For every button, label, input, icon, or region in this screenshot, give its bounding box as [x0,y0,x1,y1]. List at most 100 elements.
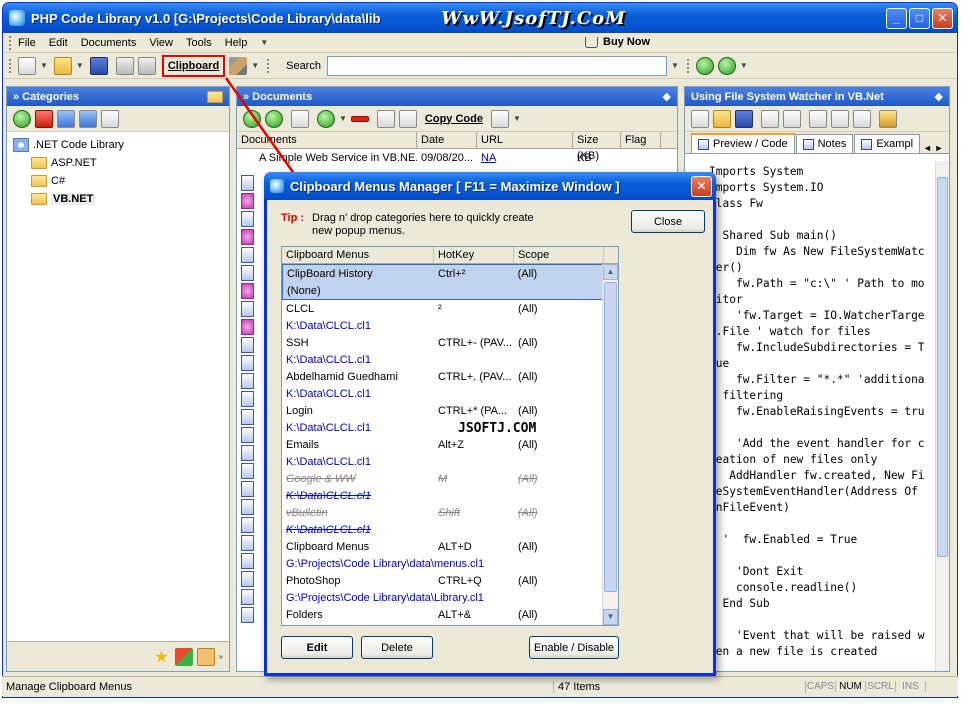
copy-code-button[interactable]: Copy Code [425,113,483,125]
code-open-icon[interactable] [713,109,731,128]
doc-forward-icon[interactable] [265,109,283,128]
list-item[interactable]: Emails Alt+Z (All) K:\Data\CLCL.cl1 [282,436,604,470]
save-icon[interactable] [89,56,108,75]
remove-document-icon[interactable] [350,115,369,122]
tree-item-vbnet[interactable]: VB.NET [13,190,223,208]
redo-icon[interactable] [783,109,801,128]
dialog-close-icon[interactable]: ✕ [691,175,712,197]
export-icon[interactable] [490,109,509,128]
move-up-icon[interactable] [57,109,75,128]
documents-pin-icon[interactable]: ◆ [663,90,671,103]
list-item[interactable]: Abdelhamid Guedhami CTRL+. (PAV... (All) K:… [282,368,604,402]
minimize-button[interactable]: _ [886,7,907,29]
search-overflow-icon[interactable]: ▼ [671,61,679,70]
col-date[interactable]: Date [417,132,477,148]
search-input[interactable] [326,55,667,76]
col-documents[interactable]: Documents [237,132,417,148]
code-pin-icon[interactable]: ◆ [935,90,943,103]
lock-icon[interactable] [879,109,897,128]
list-item[interactable]: Google & WW M (All) K:\Data\CLCL.cl1 [282,470,604,504]
print-preview-icon[interactable] [115,56,134,75]
cut-icon[interactable] [809,109,827,128]
list-item[interactable]: Clipboard Menus ALT+D (All) G:\Projects\Cod… [282,538,604,572]
undo-icon[interactable] [761,109,779,128]
cut-document-icon[interactable] [376,109,395,128]
list-item[interactable]: ClipBoard History Ctrl+² (All) (None) [282,264,604,300]
menu-documents[interactable]: Documents [81,37,137,49]
col-scope[interactable]: Scope [514,247,604,263]
list-scrollbar[interactable]: ▲ ▼ [602,264,618,625]
library-view-icon[interactable] [196,647,215,666]
forward-icon[interactable] [717,56,736,75]
tree-root[interactable]: .NET Code Library [13,136,223,154]
code-scrollbar[interactable] [935,161,949,671]
close-button[interactable]: Close [631,210,705,233]
list-item[interactable]: CLCL ² (All) K:\Data\CLCL.cl1 [282,300,604,334]
code-view-icon[interactable] [691,109,709,128]
code-save-icon[interactable] [735,109,753,128]
menu-overflow-icon[interactable]: ▼ [260,38,268,47]
doc-new-icon[interactable] [291,109,309,128]
back-icon[interactable] [695,56,714,75]
menu-help[interactable]: Help [225,37,248,49]
list-item[interactable]: PhotoShop CTRL+Q (All) G:\Projects\Code Lib… [282,572,604,606]
menu-grip[interactable] [9,35,12,50]
col-url[interactable]: URL [477,132,573,148]
delete-category-icon[interactable] [35,109,53,128]
toolbar-grip[interactable] [9,58,12,73]
tools-icon[interactable] [229,56,248,75]
categories-folder-icon[interactable] [207,90,223,103]
add-dropdown-icon[interactable]: ▼ [339,114,347,123]
list-item[interactable]: vBulletin Shift (All) K:\Data\CLCL.cl1 [282,504,604,538]
windows-icon[interactable] [174,647,193,666]
move-down-icon[interactable] [79,109,97,128]
col-hotkey[interactable]: HotKey [434,247,514,263]
doc-url[interactable]: NA [477,152,573,164]
category-properties-icon[interactable] [101,109,119,128]
menu-tools[interactable]: Tools [186,37,212,49]
toolbar-overflow-icon[interactable]: ▼ [251,61,259,70]
list-scroll-thumb[interactable] [604,282,617,592]
list-item[interactable]: Login CTRL+* (PA... (All) K:\Data\CLCL.cl1 [282,402,604,436]
edit-document-icon[interactable] [398,109,417,128]
code-scroll-thumb[interactable] [937,177,948,557]
scroll-up-icon[interactable]: ▲ [603,264,618,280]
clipboard-button[interactable]: Clipboard [161,54,226,77]
table-row[interactable]: A Simple Web Service in VB.NE... 09/08/2… [237,149,677,166]
menu-edit[interactable]: Edit [49,37,68,49]
menu-file[interactable]: File [18,37,36,49]
bottom-overflow-icon[interactable]: » [219,652,223,661]
add-document-icon[interactable] [317,109,335,128]
nav-overflow-icon[interactable]: ▼ [740,61,748,70]
tab-example[interactable]: Exampl [854,134,921,153]
doc-back-icon[interactable] [243,109,261,128]
code-editor[interactable]: Imports System Imports System.IO Class Fw … [685,161,935,671]
tab-notes[interactable]: Notes [795,134,854,153]
favorites-icon[interactable]: ★ [154,647,168,667]
maximize-button[interactable]: □ [909,7,930,29]
buy-now-link[interactable]: Buy Now [585,36,650,48]
export-dropdown-icon[interactable]: ▼ [513,114,521,123]
list-item[interactable]: SSH CTRL+- (PAV... (All) K:\Data\CLCL.cl1 [282,334,604,368]
list-item[interactable]: Folders ALT+& (All) [282,606,604,623]
print-icon[interactable] [137,56,156,75]
col-clipboard-menus[interactable]: Clipboard Menus [282,247,434,263]
add-category-icon[interactable] [13,109,31,128]
search-grip[interactable] [267,58,270,73]
new-document-icon[interactable] [18,56,36,75]
enable-disable-button[interactable]: Enable / Disable [529,636,619,659]
copy-icon[interactable] [831,109,849,128]
open-dropdown-icon[interactable]: ▼ [76,61,84,70]
delete-button[interactable]: Delete [361,636,433,659]
edit-button[interactable]: Edit [281,636,353,659]
open-folder-icon[interactable] [53,56,72,75]
nav-grip[interactable] [686,58,690,73]
col-size[interactable]: Size (KB) [573,132,621,162]
paste-icon[interactable] [853,109,871,128]
tab-scroll-icon[interactable]: ◄ ► [923,143,943,153]
new-dropdown-icon[interactable]: ▼ [40,61,48,70]
col-flag[interactable]: Flag [621,132,661,148]
tab-preview-code[interactable]: Preview / Code [691,133,795,153]
scroll-down-icon[interactable]: ▼ [603,609,618,625]
close-window-button[interactable]: ✕ [932,7,953,29]
